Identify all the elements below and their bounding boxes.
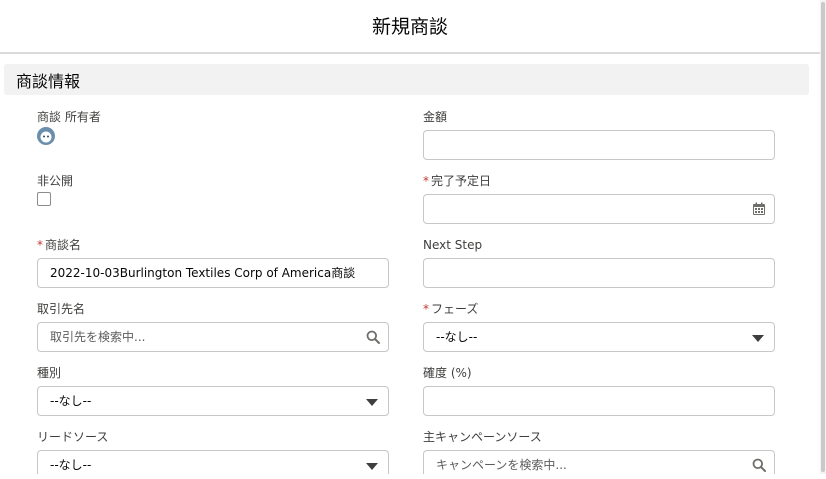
lead-source-select[interactable]: --なし-- <box>37 450 389 474</box>
chevron-down-icon <box>752 335 764 342</box>
chevron-down-icon <box>366 463 378 470</box>
next-step-label: Next Step <box>423 238 483 252</box>
stage-select[interactable]: --なし-- <box>423 322 775 352</box>
next-step-field: Next Step <box>423 237 777 289</box>
avatar-icon <box>37 127 55 145</box>
primary-campaign-label: 主キャンペーンソース <box>423 430 542 444</box>
account-search-placeholder: 取引先を検索中... <box>50 330 146 344</box>
private-checkbox[interactable] <box>37 192 51 206</box>
scrollbar-thumb[interactable] <box>821 2 825 472</box>
section-title: 商談情報 <box>16 71 81 91</box>
type-field: 種別 --なし-- <box>37 365 391 417</box>
close-date-input[interactable] <box>423 194 775 224</box>
type-label: 種別 <box>37 366 62 380</box>
modal-title: 新規商談 <box>371 15 448 38</box>
opportunity-name-input[interactable]: 2022-10-03Burlington Textiles Corp of Am… <box>37 258 389 288</box>
amount-input[interactable] <box>423 130 775 160</box>
required-mark: * <box>423 174 429 188</box>
next-step-input[interactable] <box>423 258 775 288</box>
stage-label: * フェーズ <box>423 301 777 317</box>
opportunity-name-label-text: 商談名 <box>45 238 82 252</box>
amount-label: 金額 <box>423 110 448 124</box>
stage-selected-value: --なし-- <box>436 330 478 344</box>
close-date-field: * 完了予定日 <box>423 173 777 225</box>
stage-field: * フェーズ --なし-- <box>423 301 777 353</box>
campaign-search-input[interactable]: キャンペーンを検索中... <box>423 450 775 474</box>
calendar-icon[interactable] <box>752 202 766 216</box>
modal-header: 新規商談 <box>0 0 820 54</box>
new-opportunity-modal: 新規商談 商談情報 商談 所有者 金額 非公開 * 完了予定日 * 商談名 20… <box>0 0 820 474</box>
probability-field: 確度 (%) <box>423 365 777 417</box>
search-icon <box>366 330 380 344</box>
amount-field: 金額 <box>423 109 777 161</box>
account-name-label: 取引先名 <box>37 302 86 316</box>
private-field: 非公開 <box>37 173 391 209</box>
lead-source-selected-value: --なし-- <box>50 458 92 472</box>
probability-label: 確度 (%) <box>423 366 472 380</box>
account-name-field: 取引先名 取引先を検索中... <box>37 301 391 353</box>
required-mark: * <box>423 302 429 316</box>
lead-source-label: リードソース <box>37 430 109 444</box>
chevron-down-icon <box>366 399 378 406</box>
private-label: 非公開 <box>37 174 74 188</box>
probability-input[interactable] <box>423 386 775 416</box>
search-icon <box>752 458 766 472</box>
stage-label-text: フェーズ <box>431 302 479 316</box>
close-date-label: * 完了予定日 <box>423 173 777 189</box>
type-select[interactable]: --なし-- <box>37 386 389 416</box>
primary-campaign-field: 主キャンペーンソース キャンペーンを検索中... <box>423 429 777 474</box>
owner-label: 商談 所有者 <box>37 110 101 124</box>
type-selected-value: --なし-- <box>50 394 92 408</box>
owner-field: 商談 所有者 <box>37 109 391 153</box>
account-search-input[interactable]: 取引先を検索中... <box>37 322 389 352</box>
opportunity-name-field: * 商談名 2022-10-03Burlington Textiles Corp … <box>37 237 391 289</box>
required-mark: * <box>37 238 43 252</box>
section-header[interactable]: 商談情報 <box>4 64 809 95</box>
campaign-search-placeholder: キャンペーンを検索中... <box>436 458 567 472</box>
lead-source-field: リードソース --なし-- <box>37 429 391 474</box>
close-date-label-text: 完了予定日 <box>431 174 492 188</box>
opportunity-name-label: * 商談名 <box>37 237 391 253</box>
